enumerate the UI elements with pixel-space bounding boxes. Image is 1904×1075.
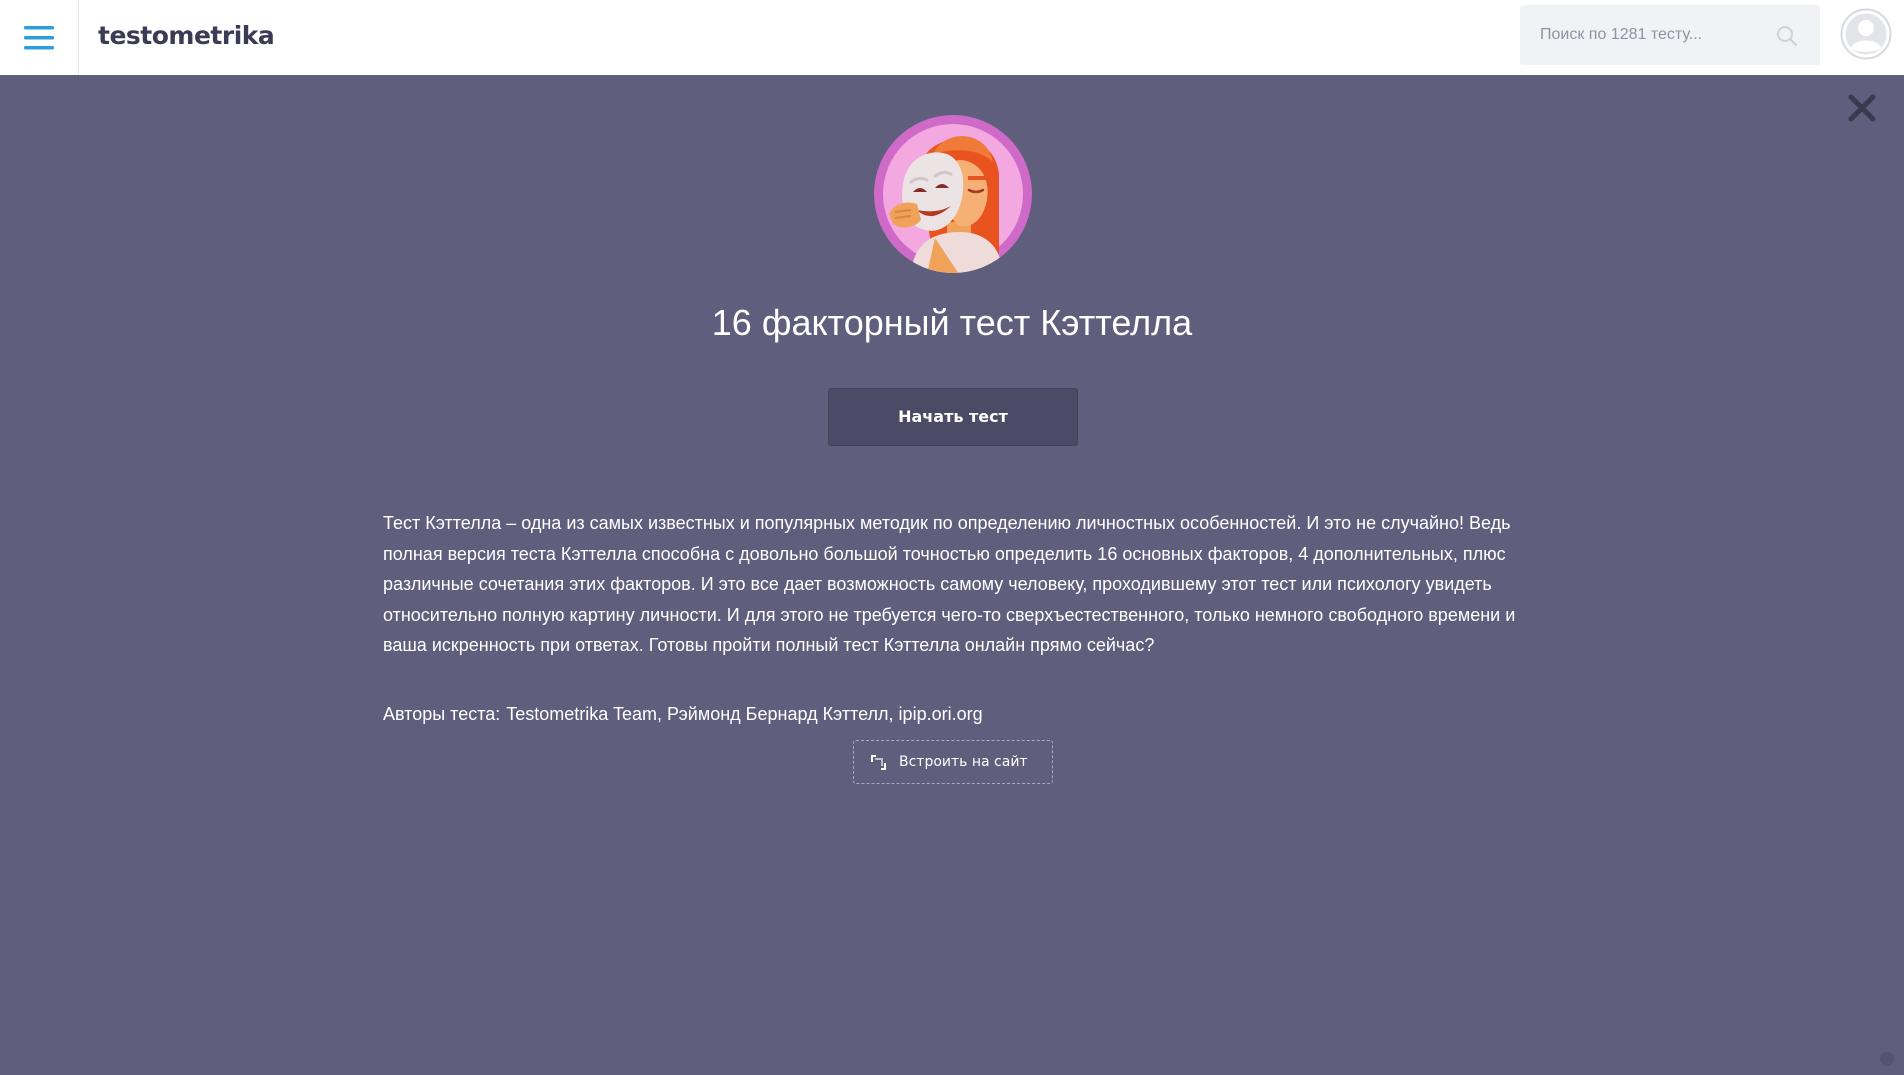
test-description: Тест Кэттелла – одна из самых известных … (383, 513, 1516, 655)
test-authors: Авторы теста: Testometrika Team, Рэймонд … (383, 700, 1523, 728)
authors-names: Testometrika Team, Рэймонд Бернард Кэтте… (506, 704, 983, 724)
embed-on-site-button[interactable]: Встроить на сайт (853, 740, 1053, 784)
authors-label: Авторы теста: (383, 704, 501, 724)
test-title: 16 факторный тест Кэттелла (711, 302, 1193, 343)
embed-icon (871, 754, 886, 770)
start-test-button[interactable]: Начать тест (828, 388, 1078, 446)
menu-button[interactable] (0, 0, 79, 75)
close-icon[interactable] (1846, 92, 1878, 124)
search-box (1520, 5, 1820, 65)
search-input[interactable] (1520, 5, 1770, 65)
embed-label: Встроить на сайт (899, 754, 1028, 770)
search-icon[interactable] (1776, 25, 1798, 47)
top-header: testometrika (0, 0, 1904, 75)
test-illustration (873, 114, 1033, 274)
scroll-indicator (1880, 1052, 1894, 1066)
hamburger-icon (24, 25, 54, 49)
site-logo[interactable]: testometrika (98, 21, 275, 50)
user-avatar-icon[interactable] (1840, 8, 1892, 60)
mask-face-illustration-icon (874, 115, 1032, 273)
